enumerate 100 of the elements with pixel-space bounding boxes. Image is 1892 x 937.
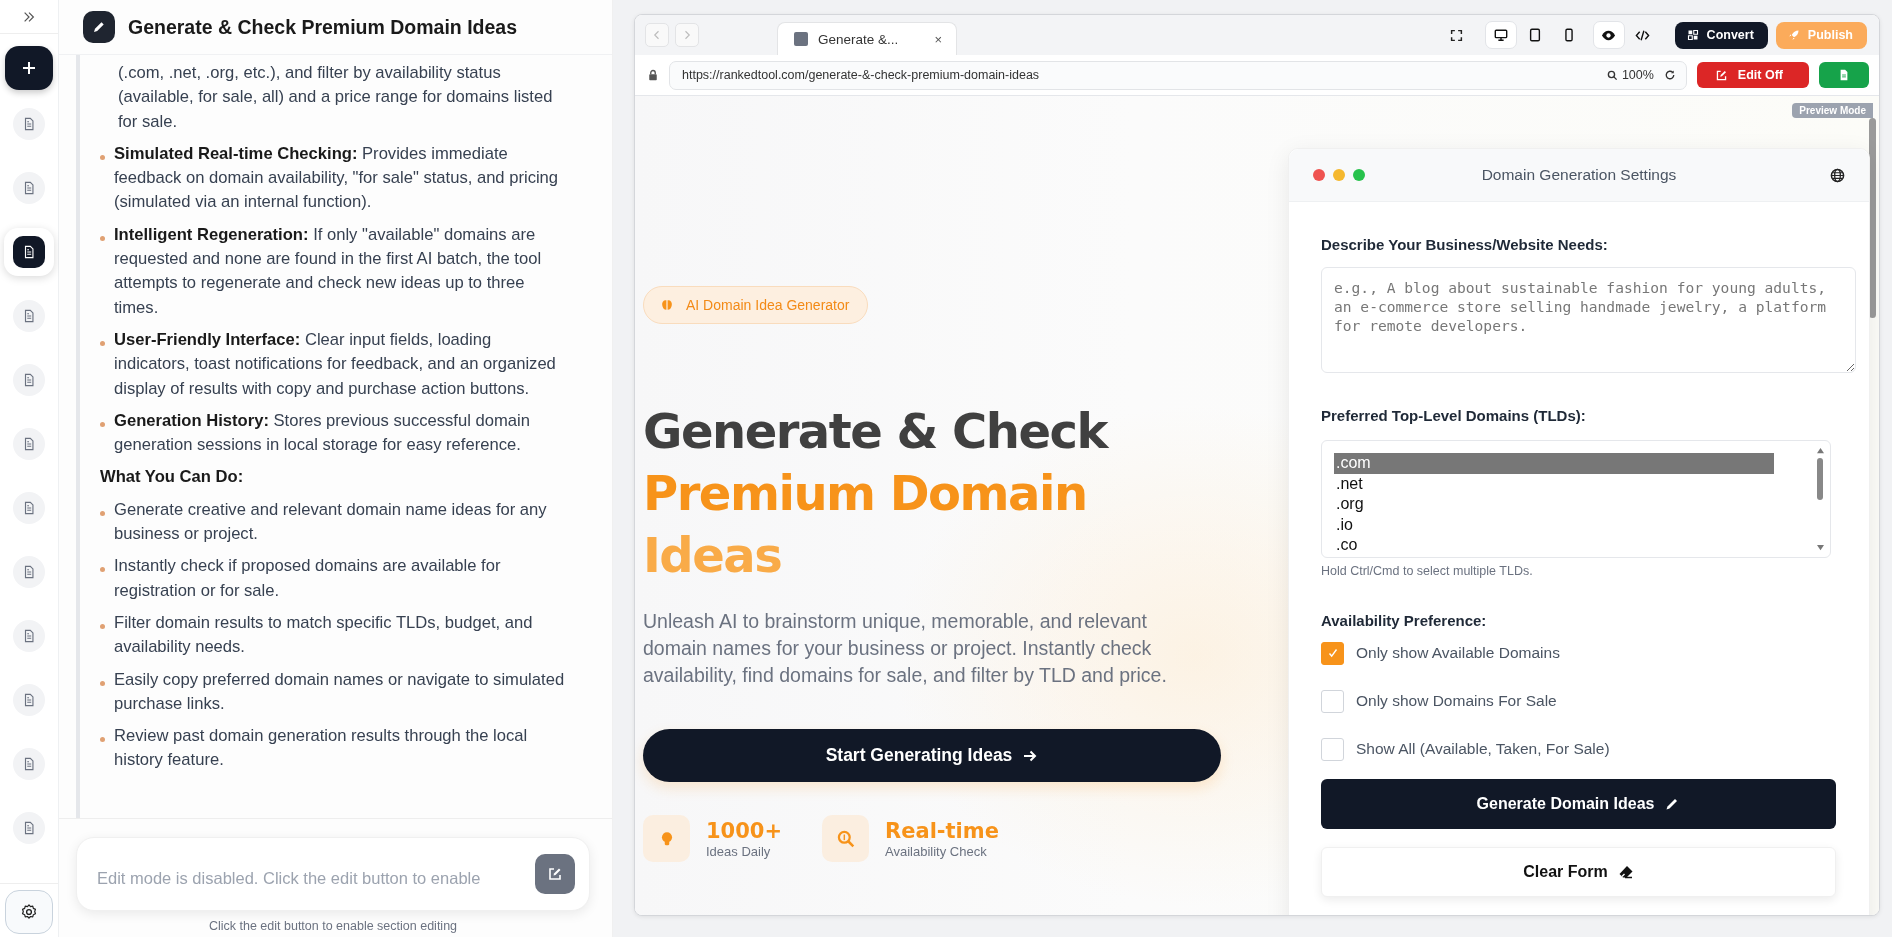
list-text: Easily copy preferred domain names or navigate to simulated purchase links. — [114, 668, 566, 715]
window-dot — [1333, 169, 1345, 181]
generate-button[interactable]: Generate Domain Ideas — [1321, 779, 1836, 829]
tablet-icon — [1527, 28, 1542, 42]
document-icon — [22, 437, 36, 451]
tld-option[interactable]: .net — [1334, 473, 1774, 495]
bullet-icon — [100, 680, 105, 686]
feature-text: Generation History: Stores previous successful domain generation sessions in local storage for easy reference. — [114, 409, 531, 457]
document-icon — [22, 117, 36, 131]
close-icon[interactable]: × — [934, 31, 942, 47]
monitor-icon — [1493, 28, 1508, 42]
tab-title: Generate &... — [818, 31, 900, 47]
needs-field[interactable]: e.g., A blog about sustainable fashion for young adults, an e-commerce store selling handmade jewelry, a platform for remote developers. — [1321, 267, 1856, 373]
list-text: Review past domain generation results through the local history feature. — [114, 725, 529, 772]
list-text: Instantly check if proposed domains are available for registration or for sale. — [114, 555, 502, 602]
browser-tab[interactable]: Generate &... × — [777, 22, 957, 55]
start-button[interactable]: Start Generating Ideas — [643, 729, 1221, 782]
file-icon — [1838, 69, 1850, 81]
new-button[interactable] — [5, 46, 53, 90]
eraser-icon — [1617, 864, 1634, 880]
section-heading: What You Can Do: — [100, 466, 245, 489]
stat-value: 1000+ — [706, 818, 783, 844]
window-dot — [1313, 169, 1325, 181]
preview-mode-badge: Preview Mode — [1792, 103, 1873, 118]
clear-button[interactable]: Clear Form — [1321, 847, 1836, 897]
zoom-level: 100% — [1621, 68, 1654, 82]
feature-text: User-Friendly Interface: Clear input fields, loading indicators, toast notifications for feedback, and an organized display of results with copy and purchase action buttons. — [114, 328, 557, 400]
field-label: Availability Preference: — [1321, 612, 1487, 629]
scrollbar-thumb[interactable] — [1817, 458, 1823, 500]
globe-icon — [1830, 167, 1845, 183]
hero-badge: AI Domain Idea Generator — [643, 286, 869, 324]
search-icon — [822, 815, 870, 862]
back-icon[interactable] — [645, 23, 669, 47]
document-icon — [22, 565, 36, 579]
lightbulb-icon — [643, 815, 690, 862]
tld-option[interactable]: .com — [1334, 453, 1774, 474]
feature-text: Simulated Real-time Checking: Provides immediate feedback on domain availability, "for sale" status, and pricing (simulated via an internal function). — [114, 142, 560, 214]
scroll-up-icon[interactable] — [1815, 447, 1825, 454]
bullet-icon — [100, 737, 105, 743]
window-dot — [1353, 169, 1365, 181]
hero-title: Ideas — [643, 526, 783, 585]
edit-off-button[interactable]: Edit Off — [1696, 62, 1809, 88]
lock-icon — [647, 69, 659, 81]
bullet-icon — [100, 340, 105, 346]
hero-title: Generate & Check — [643, 402, 1107, 461]
stat-label: Availability Check — [885, 844, 988, 859]
grid-icon — [1686, 29, 1699, 41]
tld-option[interactable]: .co — [1334, 535, 1774, 556]
desktop-button[interactable] — [1484, 21, 1517, 49]
checkbox[interactable] — [1321, 737, 1344, 761]
document-item[interactable] — [4, 228, 54, 276]
checkbox-label: Only show Available Domains — [1356, 644, 1560, 662]
edit-icon — [547, 866, 563, 882]
tld-option[interactable]: .org — [1334, 494, 1774, 515]
tab-icon — [794, 32, 808, 46]
zoom-icon — [1606, 69, 1618, 81]
pencil-icon — [83, 11, 115, 43]
feature-text: Intelligent Regeneration: If only "available" domains are requested and none are found in the first AI batch, the tool attempts to regenerate and check new ideas up to three times. — [114, 223, 543, 319]
document-icon — [22, 757, 36, 771]
list-text: Filter domain results to match specific TLDs, budget, and availability needs. — [114, 611, 534, 659]
document-icon — [22, 821, 36, 835]
checkbox-label: Show All (Available, Taken, For Sale) — [1356, 740, 1610, 758]
checkbox[interactable] — [1321, 689, 1344, 713]
expand-icon[interactable] — [22, 9, 36, 24]
convert-button[interactable]: Convert — [1674, 21, 1768, 49]
document-icon — [22, 693, 36, 707]
tld-listbox[interactable]: .com .net .org .io .co — [1321, 440, 1831, 558]
bullet-icon — [100, 510, 105, 516]
hero-title: Premium Domain — [643, 464, 1088, 523]
edit-icon — [1714, 68, 1728, 82]
list-text: Generate creative and relevant domain name ideas for any business or project. — [114, 498, 548, 546]
document-icon — [22, 373, 36, 387]
rocket-icon — [1787, 29, 1800, 41]
forward-icon[interactable] — [675, 23, 699, 47]
bullet-icon — [100, 154, 105, 160]
settings-button[interactable] — [5, 890, 53, 934]
field-label: Describe Your Business/Website Needs: — [1321, 236, 1608, 253]
settings-icon — [20, 903, 38, 921]
preview-button[interactable] — [1592, 21, 1625, 49]
scroll-down-icon[interactable] — [1815, 544, 1825, 551]
hero-description: Unleash AI to brainstorm unique, memorable, and relevant domain names for your business or project. Instantly check availability, find domains for sale, and filter by TLD and price. — [643, 609, 1168, 688]
field-label: Preferred Top-Level Domains (TLDs): — [1321, 407, 1586, 424]
bullet-icon — [100, 421, 105, 427]
plus-icon — [21, 60, 37, 76]
hint-text: Hold Ctrl/Cmd to select multiple TLDs. — [1321, 564, 1533, 578]
panel-title: Generate & Check Premium Domain Ideas — [128, 15, 518, 39]
checkbox[interactable] — [1321, 641, 1344, 665]
refresh-icon[interactable] — [1663, 69, 1676, 81]
tld-option[interactable]: .io — [1334, 514, 1774, 536]
bullet-icon — [100, 235, 105, 241]
document-icon — [22, 245, 36, 259]
document-button[interactable] — [1819, 62, 1869, 88]
bullet-icon — [100, 567, 105, 573]
document-icon — [22, 501, 36, 515]
document-icon — [22, 629, 36, 643]
stat-label: Ideas Daily — [706, 844, 772, 859]
hint-text: Click the edit button to enable section editing — [207, 919, 459, 933]
url-field[interactable]: https://rankedtool.com/generate-&-check-premium-domain-ideas 100% — [669, 60, 1687, 90]
fullscreen-icon[interactable] — [1449, 28, 1463, 42]
brain-icon — [660, 298, 674, 312]
